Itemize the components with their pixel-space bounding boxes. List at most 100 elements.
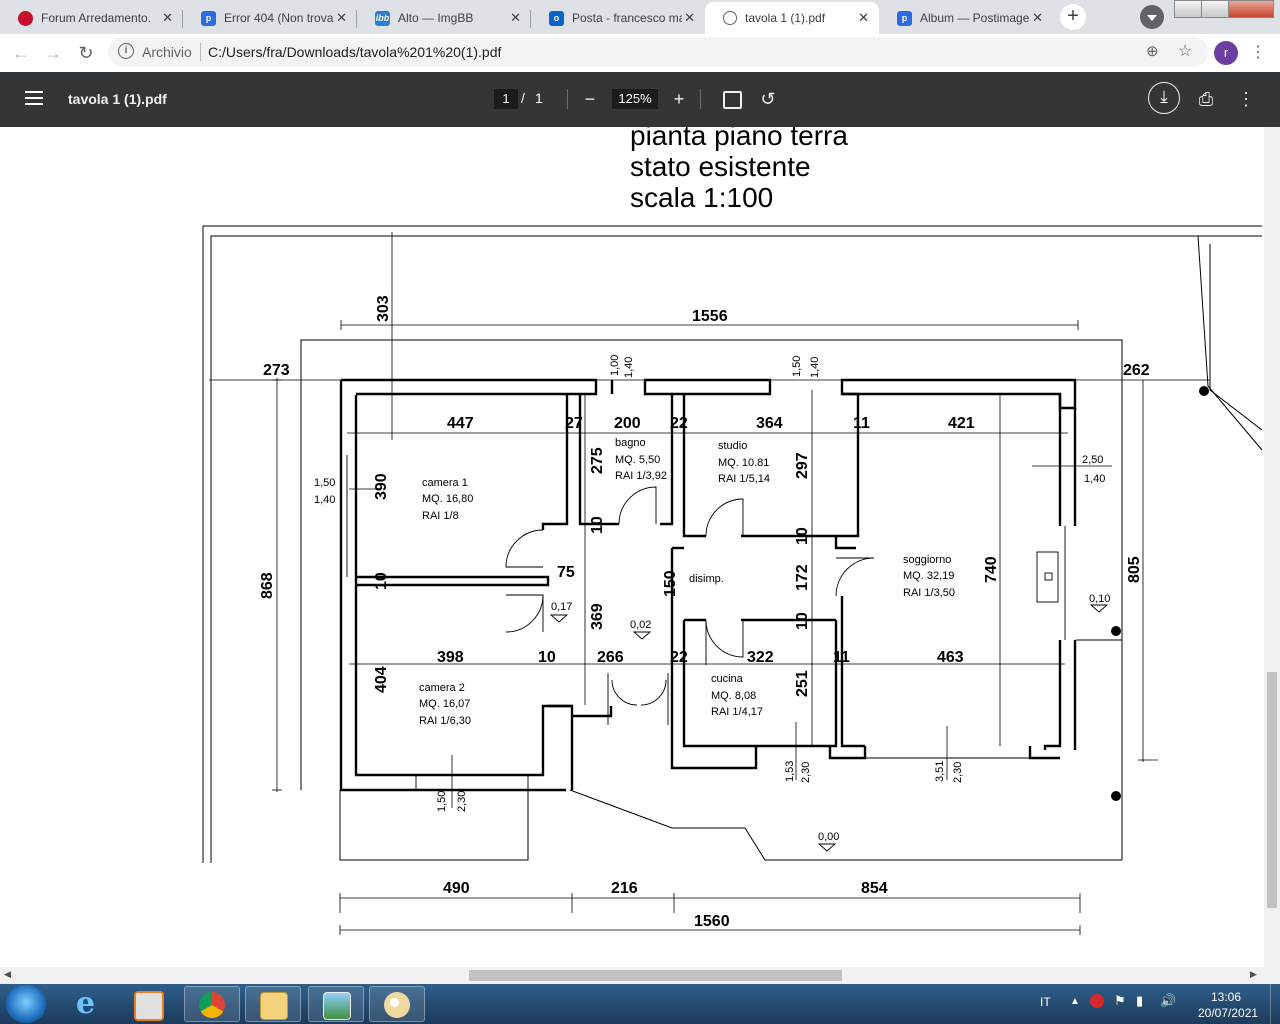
fit-to-page-icon[interactable] [720, 87, 744, 111]
taskbar: e IT ▲ ⚑ ▮ 🔊 13:06 20/07/2021 [0, 984, 1280, 1024]
room-rai: RAI 1/5,14 [718, 473, 770, 485]
menu-kebab-icon[interactable]: ⋮ [1250, 42, 1266, 62]
window-width-label: 1,50 [791, 356, 803, 377]
dim-label: 398 [437, 649, 464, 666]
url-text[interactable]: C:/Users/fra/Downloads/tavola%201%20(1).… [208, 44, 501, 60]
paint-button[interactable] [369, 986, 425, 1022]
window-width-label: 1,00 [609, 355, 621, 376]
tab-forum[interactable]: Forum Arredamento.it ✕ [0, 2, 183, 34]
media-player-button[interactable] [120, 986, 176, 1022]
internet-explorer-button[interactable]: e [62, 986, 118, 1022]
start-button[interactable] [6, 985, 46, 1023]
scroll-right-arrow-icon[interactable]: ▶ [1250, 969, 1257, 980]
dim-label: 404 [373, 666, 390, 693]
tab-tavola-pdf[interactable]: tavola 1 (1).pdf ✕ [705, 2, 879, 34]
page-number-input[interactable]: 1 [494, 89, 518, 109]
scroll-left-arrow-icon[interactable]: ◀ [4, 969, 11, 980]
hamburger-menu-icon[interactable] [25, 91, 43, 107]
tab-title: Posta - francesco ma [572, 11, 682, 25]
tab-imgbb[interactable]: ibb Alto — ImgBB ✕ [357, 2, 531, 34]
opera-icon [18, 10, 33, 26]
room-name: disimp. [689, 573, 724, 585]
close-icon[interactable]: ✕ [336, 10, 347, 26]
info-icon[interactable]: i [118, 43, 134, 59]
tab-title: Error 404 (Non trovato) [224, 11, 334, 25]
reload-icon[interactable]: ↻ [73, 40, 99, 66]
network-icon[interactable]: ▮ [1136, 993, 1143, 1009]
forward-arrow-icon[interactable]: → [40, 40, 66, 66]
tab-album[interactable]: p Album — Postimages ✕ [879, 2, 1053, 34]
more-options-icon[interactable]: ⋮ [1234, 87, 1258, 111]
close-window-button[interactable] [1228, 0, 1274, 18]
room-name: camera 2 [419, 682, 465, 694]
vertical-scroll-thumb[interactable] [1267, 672, 1277, 908]
zoom-out-icon[interactable]: − [578, 87, 602, 111]
avatar[interactable]: r [1214, 41, 1238, 65]
page-separator: / [521, 90, 525, 106]
horizontal-scroll-thumb[interactable] [469, 970, 842, 981]
postimages-icon: p [897, 10, 912, 26]
tab-title: tavola 1 (1).pdf [745, 11, 826, 25]
window-height-label: 1,40 [809, 357, 821, 378]
pdf-toolbar: tavola 1 (1).pdf 1 / 1 − 125% + ↺ ⤓ ⎙ ⋮ [0, 72, 1280, 127]
tab-posta[interactable]: o Posta - francesco ma ✕ [531, 2, 705, 34]
close-icon[interactable]: ✕ [1032, 10, 1043, 26]
show-desktop-button[interactable] [1270, 984, 1280, 1024]
volume-icon[interactable]: 🔊 [1160, 993, 1176, 1009]
chrome-button[interactable] [184, 986, 240, 1022]
back-arrow-icon[interactable]: ← [8, 40, 34, 66]
dim-label: 273 [263, 362, 290, 379]
dim-label: 10 [538, 649, 556, 666]
rotate-icon[interactable]: ↺ [756, 87, 780, 111]
zoom-level-input[interactable]: 125% [612, 89, 658, 109]
minimize-button[interactable] [1174, 0, 1202, 18]
file-explorer-button[interactable] [245, 986, 301, 1022]
room-rai: RAI 1/3,50 [903, 587, 955, 599]
tab-search-button[interactable] [1140, 5, 1164, 29]
window-width-label: 1,50 [436, 791, 448, 812]
zoom-icon[interactable]: ⊕ [1146, 42, 1159, 60]
photo-viewer-icon [323, 992, 351, 1020]
system-tray: IT ▲ ⚑ ▮ 🔊 13:06 20/07/2021 [1030, 984, 1280, 1024]
room-area: MQ. 10.81 [718, 457, 769, 469]
page-total: 1 [535, 90, 543, 106]
dim-label: 1556 [692, 308, 728, 325]
bookmark-star-icon[interactable]: ☆ [1178, 41, 1192, 61]
close-icon[interactable]: ✕ [162, 10, 173, 26]
flag-icon[interactable]: ⚑ [1114, 993, 1126, 1009]
close-icon[interactable]: ✕ [858, 10, 869, 26]
show-hidden-icons-icon[interactable]: ▲ [1070, 996, 1080, 1007]
outlook-icon: o [549, 10, 564, 26]
postimages-icon: p [201, 10, 216, 26]
window-height-label: 1,40 [1084, 473, 1105, 485]
photo-viewer-button[interactable] [308, 986, 364, 1022]
dim-label: 322 [747, 649, 774, 666]
dim-label: 172 [794, 564, 811, 591]
room-rai: RAI 1/4,17 [711, 706, 763, 718]
clock-time[interactable]: 13:06 [1211, 990, 1241, 1004]
window-height-label: 2,30 [800, 762, 812, 783]
clock-date[interactable]: 20/07/2021 [1198, 1006, 1258, 1020]
room-name: camera 1 [422, 477, 468, 489]
download-icon[interactable]: ⤓ [1148, 82, 1180, 114]
address-bar[interactable]: i Archivio C:/Users/fra/Downloads/tavola… [108, 37, 1208, 67]
dim-label: 490 [443, 880, 470, 897]
print-icon[interactable]: ⎙ [1194, 87, 1218, 111]
restore-button[interactable] [1201, 0, 1229, 18]
close-icon[interactable]: ✕ [510, 10, 521, 26]
antivirus-icon[interactable] [1090, 994, 1104, 1008]
tab-error-404[interactable]: p Error 404 (Non trovato) ✕ [183, 2, 357, 34]
dim-label: 251 [794, 670, 811, 697]
language-indicator[interactable]: IT [1040, 995, 1051, 1009]
zoom-in-icon[interactable]: + [667, 87, 691, 111]
dim-label: 150 [662, 570, 679, 597]
close-icon[interactable]: ✕ [684, 10, 695, 26]
dim-label: 11 [853, 415, 870, 432]
dim-label: 262 [1123, 362, 1150, 379]
dim-label: 447 [447, 415, 474, 432]
dim-label: 740 [983, 556, 1000, 583]
dim-label: 805 [1126, 556, 1143, 583]
walls [339, 378, 1077, 792]
dim-label: 266 [597, 649, 624, 666]
new-tab-button[interactable]: + [1060, 4, 1086, 30]
